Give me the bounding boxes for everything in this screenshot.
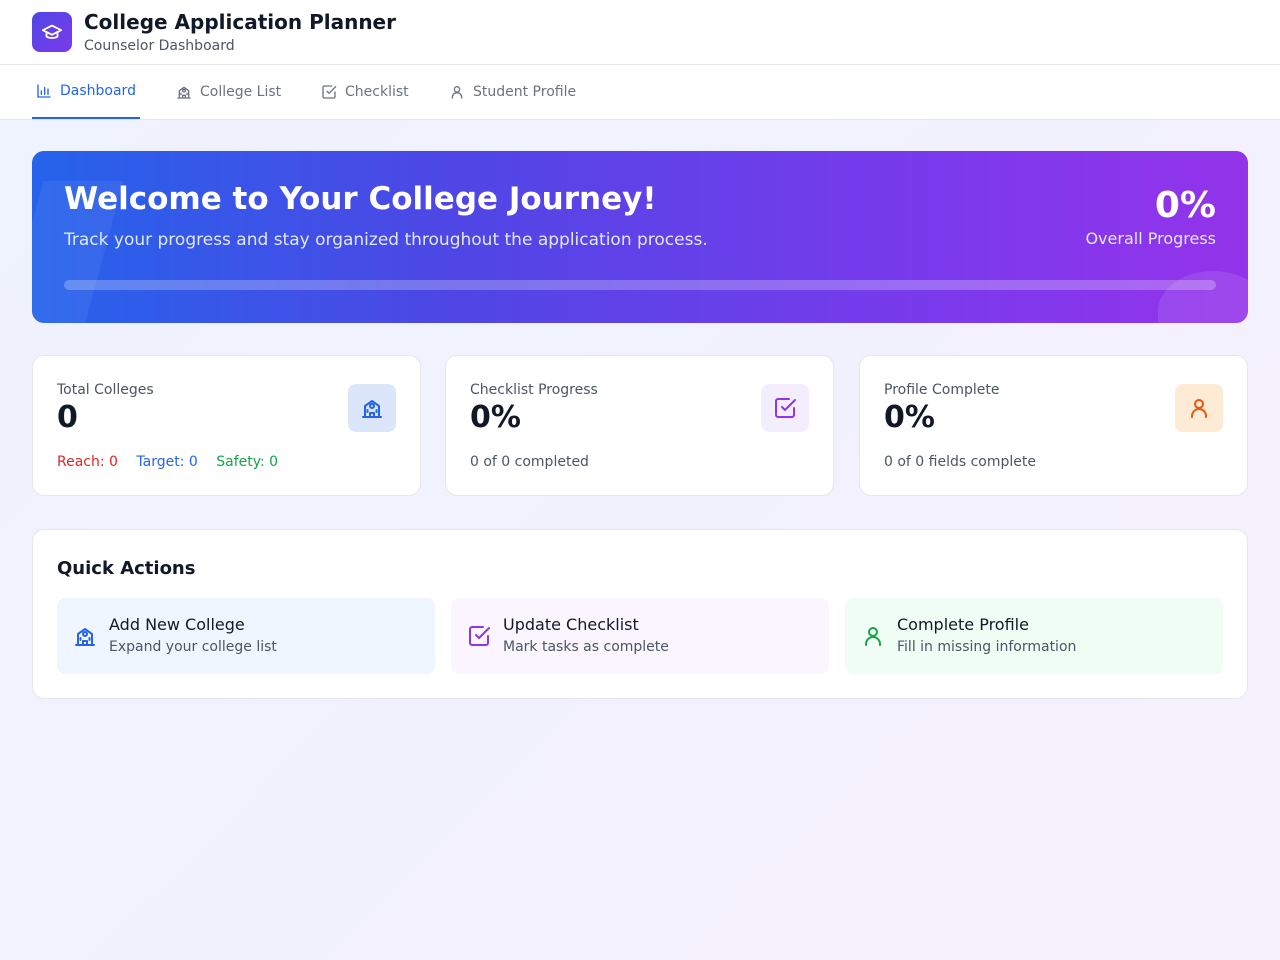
tab-student-profile[interactable]: Student Profile <box>449 65 576 119</box>
update-checklist-button[interactable]: Update Checklist Mark tasks as complete <box>451 598 829 674</box>
complete-profile-button[interactable]: Complete Profile Fill in missing informa… <box>845 598 1223 674</box>
quick-actions-panel: Quick Actions Add New College Expand you… <box>32 529 1248 699</box>
app-subtitle: Counselor Dashboard <box>84 38 235 54</box>
school-icon <box>73 624 97 648</box>
school-icon <box>176 84 192 100</box>
total-colleges-card: Total Colleges 0 Reach: 0 Target: 0 Safe… <box>32 355 421 496</box>
tab-dashboard-label: Dashboard <box>60 83 136 99</box>
complete-profile-label: Complete Profile <box>897 615 1029 634</box>
decorative-shape <box>1158 271 1248 323</box>
checklist-progress-footer: 0 of 0 completed <box>470 454 589 470</box>
overall-progress-label: Overall Progress <box>1085 229 1216 248</box>
welcome-title: Welcome to Your College Journey! <box>64 181 657 217</box>
main-nav: Dashboard College List Checklist Student… <box>0 65 1280 120</box>
add-new-college-button[interactable]: Add New College Expand your college list <box>57 598 435 674</box>
target-count: Target: 0 <box>136 454 198 470</box>
add-new-college-description: Expand your college list <box>109 639 277 655</box>
tab-dashboard[interactable]: Dashboard <box>32 65 140 119</box>
app-title: College Application Planner <box>84 10 396 34</box>
update-checklist-description: Mark tasks as complete <box>503 639 669 655</box>
user-icon <box>861 624 885 648</box>
check-square-icon <box>467 624 491 648</box>
profile-complete-label: Profile Complete <box>884 382 1000 398</box>
total-colleges-label: Total Colleges <box>57 382 154 398</box>
tab-college-list[interactable]: College List <box>176 65 281 119</box>
reach-count: Reach: 0 <box>57 454 118 470</box>
user-icon <box>449 84 465 100</box>
app-header: College Application Planner Counselor Da… <box>0 0 1280 65</box>
overall-progress-value: 0% <box>1154 185 1216 226</box>
graduation-cap-icon <box>41 21 63 43</box>
tab-student-profile-label: Student Profile <box>473 84 577 100</box>
profile-complete-card: Profile Complete 0% 0 of 0 fields comple… <box>859 355 1248 496</box>
user-icon <box>1175 384 1223 432</box>
bar-chart-icon <box>36 83 52 99</box>
welcome-banner: Welcome to Your College Journey! Track y… <box>32 151 1248 323</box>
update-checklist-label: Update Checklist <box>503 615 639 634</box>
app-logo <box>32 12 72 52</box>
safety-count: Safety: 0 <box>216 454 279 470</box>
welcome-text: Track your progress and stay organized t… <box>64 230 708 250</box>
total-colleges-value: 0 <box>57 400 78 435</box>
complete-profile-description: Fill in missing information <box>897 639 1077 655</box>
school-icon <box>348 384 396 432</box>
profile-complete-value: 0% <box>884 400 935 435</box>
quick-actions-title: Quick Actions <box>57 558 196 579</box>
checklist-progress-label: Checklist Progress <box>470 382 598 398</box>
add-new-college-label: Add New College <box>109 615 245 634</box>
overall-progress-bar <box>64 280 1216 290</box>
tab-checklist-label: Checklist <box>345 84 409 100</box>
tab-college-list-label: College List <box>200 84 282 100</box>
checklist-progress-value: 0% <box>470 400 521 435</box>
check-square-icon <box>321 84 337 100</box>
tab-checklist[interactable]: Checklist <box>321 65 409 119</box>
check-square-icon <box>761 384 809 432</box>
profile-complete-footer: 0 of 0 fields complete <box>884 454 1037 470</box>
college-breakdown: Reach: 0 Target: 0 Safety: 0 <box>57 454 278 470</box>
checklist-progress-card: Checklist Progress 0% 0 of 0 completed <box>445 355 834 496</box>
